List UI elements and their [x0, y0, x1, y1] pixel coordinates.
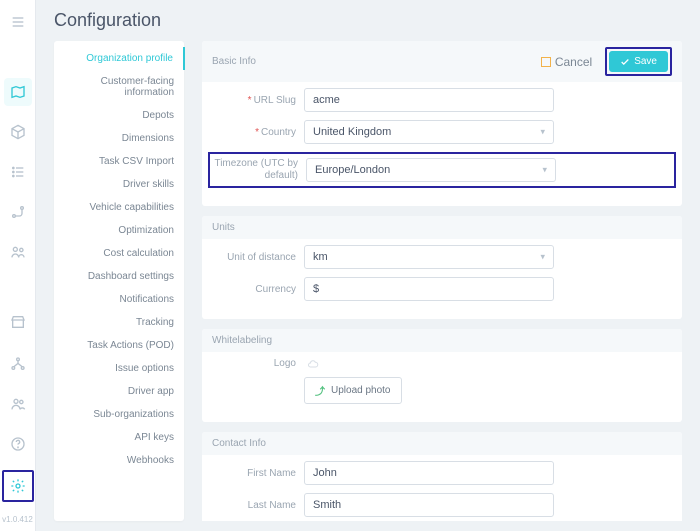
- first-name-input[interactable]: [304, 461, 554, 485]
- tab-issue-options[interactable]: Issue options: [54, 357, 184, 380]
- check-icon: [620, 57, 630, 67]
- map-icon[interactable]: [4, 78, 32, 106]
- tab-tracking[interactable]: Tracking: [54, 311, 184, 334]
- section-title-units: Units: [212, 222, 672, 233]
- section-whitelabeling: Whitelabeling Logo ⤴ Upload photo: [202, 329, 682, 422]
- tab-depots[interactable]: Depots: [54, 104, 184, 127]
- section-contact-info: Contact Info First Name Last Name E-mail: [202, 432, 682, 521]
- drivers-icon[interactable]: [4, 238, 32, 266]
- list-icon[interactable]: [4, 158, 32, 186]
- section-basic-info: Basic Info Cancel Save *URL Slug: [202, 41, 682, 206]
- tab-sub-orgs[interactable]: Sub-organizations: [54, 403, 184, 426]
- timezone-select[interactable]: Europe/London ▾: [306, 158, 556, 182]
- tab-optimization[interactable]: Optimization: [54, 219, 184, 242]
- gear-icon[interactable]: [4, 472, 32, 500]
- label-currency: Currency: [212, 284, 296, 295]
- box-icon[interactable]: [4, 118, 32, 146]
- cancel-button[interactable]: Cancel: [532, 51, 601, 73]
- iconbar: v1.0.412: [0, 0, 36, 531]
- tab-dimensions[interactable]: Dimensions: [54, 127, 184, 150]
- tab-organization-profile[interactable]: Organization profile: [54, 47, 185, 70]
- label-unit-distance: Unit of distance: [212, 252, 296, 263]
- upload-photo-button[interactable]: ⤴ Upload photo: [304, 377, 402, 404]
- section-title-basic: Basic Info: [212, 56, 532, 67]
- help-icon[interactable]: [4, 430, 32, 458]
- section-title-whitelabel: Whitelabeling: [212, 335, 672, 346]
- chevron-down-icon: ▾: [540, 252, 545, 263]
- label-logo: Logo: [212, 358, 296, 369]
- cloud-icon: [304, 358, 322, 370]
- chevron-down-icon: ▾: [540, 127, 545, 138]
- label-first-name: First Name: [212, 468, 296, 479]
- last-name-input[interactable]: [304, 493, 554, 517]
- tab-dashboard-settings[interactable]: Dashboard settings: [54, 265, 184, 288]
- config-tabs: Organization profile Customer-facing inf…: [54, 41, 184, 521]
- cancel-icon: [541, 57, 551, 67]
- label-last-name: Last Name: [212, 500, 296, 511]
- tab-driver-skills[interactable]: Driver skills: [54, 173, 184, 196]
- page-title: Configuration: [54, 10, 682, 31]
- label-url-slug: *URL Slug: [212, 95, 296, 106]
- section-units: Units Unit of distance km ▾ Currency: [202, 216, 682, 319]
- tab-notifications[interactable]: Notifications: [54, 288, 184, 311]
- tab-api-keys[interactable]: API keys: [54, 426, 184, 449]
- currency-input[interactable]: [304, 277, 554, 301]
- route-icon[interactable]: [4, 198, 32, 226]
- store-icon[interactable]: [4, 308, 32, 336]
- label-timezone: Timezone (UTC by default): [214, 158, 298, 182]
- tab-vehicle-caps[interactable]: Vehicle capabilities: [54, 196, 184, 219]
- version-label: v1.0.412: [2, 516, 33, 525]
- tab-task-actions[interactable]: Task Actions (POD): [54, 334, 184, 357]
- org-icon[interactable]: [4, 350, 32, 378]
- tab-driver-app[interactable]: Driver app: [54, 380, 184, 403]
- users-icon[interactable]: [4, 390, 32, 418]
- upload-icon: ⤴: [315, 383, 325, 398]
- menu-icon[interactable]: [4, 8, 32, 36]
- label-country: *Country: [212, 127, 296, 138]
- main: Configuration Organization profile Custo…: [36, 0, 700, 531]
- unit-distance-select[interactable]: km ▾: [304, 245, 554, 269]
- tab-webhooks[interactable]: Webhooks: [54, 449, 184, 472]
- country-select[interactable]: United Kingdom ▾: [304, 120, 554, 144]
- section-title-contact: Contact Info: [212, 438, 672, 449]
- chevron-down-icon: ▾: [542, 165, 547, 176]
- tab-task-csv[interactable]: Task CSV Import: [54, 150, 184, 173]
- url-slug-input[interactable]: [304, 88, 554, 112]
- save-button[interactable]: Save: [609, 51, 668, 72]
- tab-customer-facing[interactable]: Customer-facing information: [54, 70, 184, 104]
- tab-cost-calc[interactable]: Cost calculation: [54, 242, 184, 265]
- content: Basic Info Cancel Save *URL Slug: [184, 41, 682, 521]
